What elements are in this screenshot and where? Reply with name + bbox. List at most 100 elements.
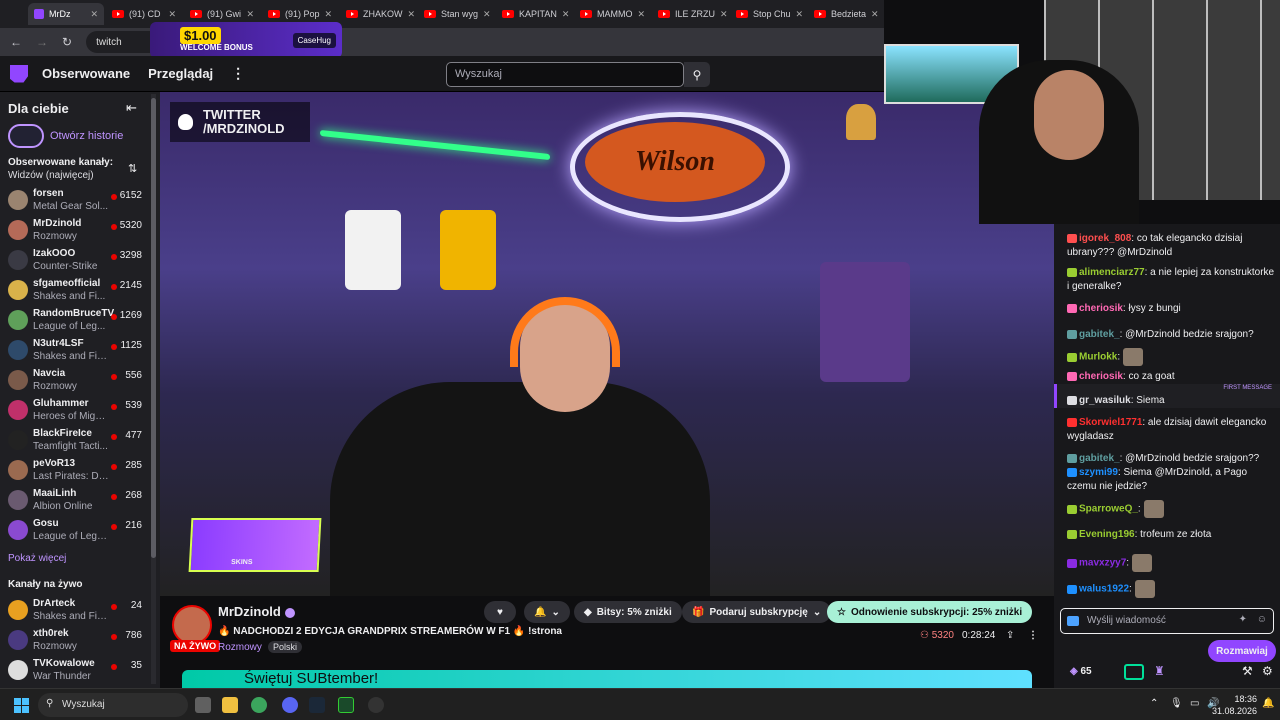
chat-username[interactable]: walus1922	[1079, 584, 1129, 595]
chrome-icon[interactable]	[251, 697, 267, 713]
browser-tab[interactable]: ZHAKOW ✕	[340, 3, 416, 25]
more-options-icon[interactable]: ⋮	[1028, 630, 1038, 641]
streamer-name[interactable]: MrDzinold	[218, 604, 295, 619]
close-tab-icon[interactable]: ✕	[720, 9, 728, 20]
sidebar-channel[interactable]: MrDzinold Rozmowy 5320	[0, 215, 160, 245]
taskbar-search[interactable]: ⚲ Wyszukaj	[38, 693, 188, 717]
microphone-icon[interactable]: 🎙	[1170, 698, 1183, 709]
subtember-banner[interactable]: Świętuj SUBtember!	[182, 670, 1032, 688]
sidebar-channel[interactable]: xth0rek Rozmowy 786	[0, 625, 160, 655]
discord-icon[interactable]	[282, 697, 298, 713]
close-tab-icon[interactable]: ✕	[246, 9, 254, 20]
sidebar-channel[interactable]: RandomBruceTV League of Leg... 1269	[0, 305, 160, 335]
browser-tab[interactable]: Stan wyg ✕	[418, 3, 494, 25]
sidebar-channel[interactable]: N3utr4LSF Shakes and Fid... 1125	[0, 335, 160, 365]
search-icon[interactable]: ⚲	[684, 62, 710, 87]
nav-browse[interactable]: Przeglądaj	[148, 66, 213, 81]
notification-bell-icon[interactable]: 🔔	[1262, 698, 1274, 709]
task-view-icon[interactable]	[195, 697, 211, 713]
sidebar-channel[interactable]: MaaiLinh Albion Online 268	[0, 485, 160, 515]
close-tab-icon[interactable]: ✕	[408, 9, 416, 20]
close-tab-icon[interactable]: ✕	[168, 9, 176, 20]
chat-username[interactable]: mavxzyy7	[1079, 558, 1126, 569]
share-icon[interactable]: ⇪	[1006, 630, 1014, 641]
sidebar-channel[interactable]: IzakOOO Counter-Strike 3298	[0, 245, 160, 275]
close-tab-icon[interactable]: ✕	[90, 9, 98, 20]
chat-username[interactable]: Skorwiel1771	[1079, 417, 1142, 428]
channel-points[interactable]: ◈ 65	[1070, 666, 1092, 677]
chat-username[interactable]: gr_wasiluk	[1079, 395, 1131, 406]
chat-username[interactable]: cheriosik	[1079, 303, 1123, 314]
chat-username[interactable]: igorek_808	[1079, 233, 1131, 244]
close-tab-icon[interactable]: ✕	[871, 9, 879, 20]
emote-picker-icon[interactable]: ☺	[1257, 614, 1267, 625]
sidebar-channel[interactable]: forsen Metal Gear Sol... 6152	[0, 185, 160, 215]
tray-chevron-icon[interactable]: ⌃	[1150, 698, 1158, 709]
chat-send-button[interactable]: Rozmawiaj	[1208, 640, 1276, 662]
stream-category[interactable]: Rozmowy	[218, 642, 262, 653]
open-history[interactable]: Otwórz historie	[8, 124, 123, 148]
browser-tab[interactable]: MAMMO ✕	[574, 3, 650, 25]
streamer-avatar[interactable]	[172, 605, 212, 645]
chat-username[interactable]: alimenciarz77	[1079, 267, 1145, 278]
sidebar-channel[interactable]: peVoR13 Last Pirates: Di... 285	[0, 455, 160, 485]
sidebar-channel[interactable]: TVKowalowe War Thunder 35	[0, 655, 160, 685]
search-input[interactable]: Wyszukaj	[446, 62, 684, 87]
forward-icon[interactable]: →	[36, 35, 48, 49]
gift-sub-button[interactable]: 🎁 Podaruj subskrypcję ⌄	[682, 601, 832, 623]
show-more-link[interactable]: Pokaż więcej	[8, 553, 66, 564]
close-tab-icon[interactable]: ✕	[638, 9, 646, 20]
predictions-icon[interactable]: ♜	[1154, 664, 1165, 678]
chat-username[interactable]: szymi99	[1079, 467, 1118, 478]
twitch-logo-icon[interactable]	[10, 64, 28, 83]
chat-username[interactable]: cheriosik	[1079, 371, 1123, 382]
close-tab-icon[interactable]: ✕	[796, 9, 804, 20]
bits-cheer-icon[interactable]: ✦	[1239, 614, 1247, 625]
chat-username[interactable]: gabitek_	[1079, 453, 1120, 464]
casehug-ad[interactable]: $1.00 WELCOME BONUS CaseHug	[150, 22, 342, 58]
sidebar-channel[interactable]: Gosu League of Lege... 216	[0, 515, 160, 545]
steam-icon[interactable]	[309, 697, 325, 713]
windows-start-icon[interactable]	[14, 698, 29, 713]
browser-tab[interactable]: MrDz ✕	[28, 3, 104, 25]
channel-game: League of Leg...	[33, 321, 106, 332]
browser-tab[interactable]: Bedzieta ✕	[808, 3, 884, 25]
sidebar-channel[interactable]: BlackFireIce Teamfight Tacti... 477	[0, 425, 160, 455]
bits-button[interactable]: ◆ Bitsy: 5% zniżki	[574, 601, 682, 623]
collapse-sidebar-icon[interactable]: ⇤	[126, 100, 137, 116]
chat-username[interactable]: SparroweQ_	[1079, 504, 1138, 515]
mod-tools-icon[interactable]: ⚒	[1242, 664, 1253, 678]
rewards-icon[interactable]	[1124, 664, 1144, 680]
sidebar-scrollbar[interactable]	[151, 94, 156, 684]
browser-tab[interactable]: KAPITAN ✕	[496, 3, 572, 25]
browser-tab[interactable]: Stop Chu ✕	[730, 3, 806, 25]
xbox-icon[interactable]	[338, 697, 354, 713]
sidebar-channel[interactable]: Navcia Rozmowy 556	[0, 365, 160, 395]
chat-username[interactable]: Evening196	[1079, 529, 1135, 540]
nav-following[interactable]: Obserwowane	[42, 66, 130, 81]
file-explorer-icon[interactable]	[222, 697, 238, 713]
back-icon[interactable]: ←	[10, 35, 22, 49]
taskbar-clock[interactable]: 18:36 31.08.2026	[1212, 693, 1257, 717]
reload-icon[interactable]: ↻	[62, 35, 72, 49]
more-menu-icon[interactable]: ⋮	[231, 65, 245, 82]
notifications-button[interactable]: 🔔 ⌄	[524, 601, 570, 623]
ad-price: $1.00	[180, 27, 221, 44]
chat-username[interactable]: Murlokk	[1079, 352, 1117, 363]
chat-settings-icon[interactable]: ⚙	[1262, 664, 1273, 678]
sidebar-channel[interactable]: DrArteck Shakes and Fid... 24	[0, 595, 160, 625]
close-tab-icon[interactable]: ✕	[562, 9, 570, 20]
chat-input[interactable]: Wyślij wiadomość ✦ ☺	[1060, 608, 1274, 634]
network-icon[interactable]: ▭	[1190, 698, 1199, 709]
sort-icon[interactable]: ⇅	[128, 162, 137, 175]
obs-icon[interactable]	[368, 697, 384, 713]
stream-tag[interactable]: Polski	[268, 641, 303, 653]
sidebar-channel[interactable]: Gluhammer Heroes of Migh... 539	[0, 395, 160, 425]
close-tab-icon[interactable]: ✕	[483, 9, 491, 20]
renew-sub-button[interactable]: ☆ Odnowienie subskrypcji: 25% zniżki	[827, 601, 1033, 623]
sidebar-channel[interactable]: sfgameofficial Shakes and Fi... 2145	[0, 275, 160, 305]
chat-username[interactable]: gabitek_	[1079, 329, 1120, 340]
browser-tab[interactable]: ILE ZRZU ✕	[652, 3, 728, 25]
close-tab-icon[interactable]: ✕	[325, 9, 333, 20]
follow-heart-button[interactable]: ♥	[484, 601, 516, 623]
